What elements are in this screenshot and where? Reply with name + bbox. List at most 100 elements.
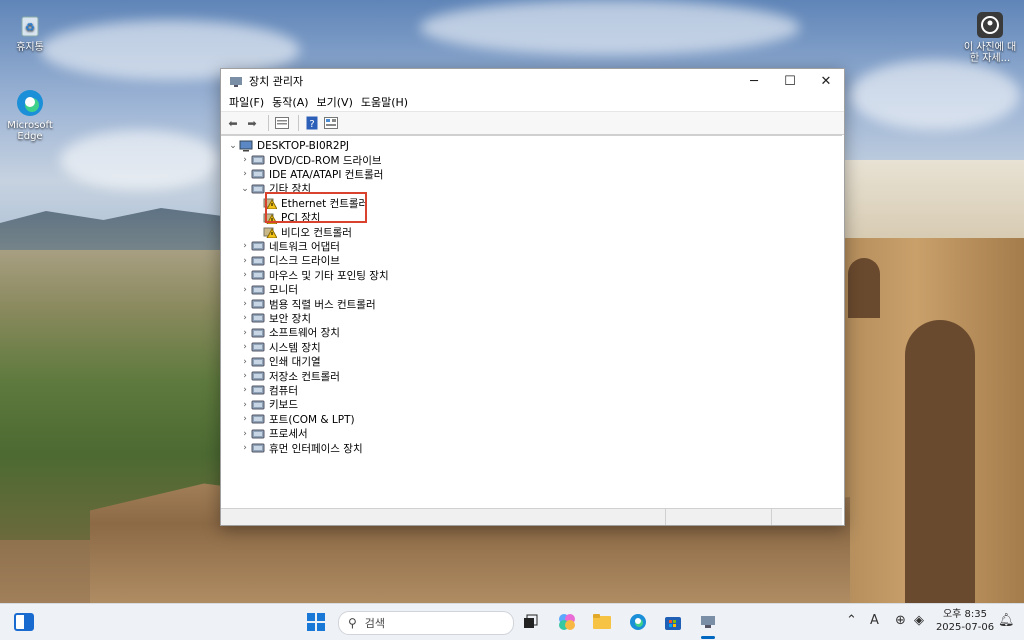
help-button[interactable]: ? xyxy=(304,115,320,131)
input-method-icon[interactable]: A xyxy=(870,613,879,628)
window-title: 장치 관리자 xyxy=(249,75,304,88)
widgets-button[interactable] xyxy=(14,612,34,632)
tree-item[interactable]: › 인쇄 대기열 xyxy=(239,355,321,369)
chevron-right-icon[interactable]: › xyxy=(239,256,251,266)
desktop-icon-photo-info[interactable]: 이 사진에 대한 자세... xyxy=(960,10,1020,64)
chevron-right-icon[interactable]: › xyxy=(239,285,251,295)
menu-view[interactable]: 보기(V) xyxy=(313,94,357,110)
menu-help[interactable]: 도움말(H) xyxy=(357,94,412,110)
tree-item[interactable]: › 포트(COM & LPT) xyxy=(239,412,354,426)
status-pane xyxy=(221,509,666,525)
chevron-right-icon[interactable]: › xyxy=(239,371,251,381)
chevron-right-icon[interactable]: › xyxy=(239,155,251,165)
cloud xyxy=(850,60,1020,130)
tree-item[interactable]: › 컴퓨터 xyxy=(239,383,298,397)
tree-item-label: 비디오 컨트롤러 xyxy=(281,226,352,239)
chevron-right-icon[interactable]: › xyxy=(239,328,251,338)
minimize-button[interactable]: ─ xyxy=(736,69,772,93)
keyboard-icon xyxy=(251,399,265,411)
tree-item[interactable]: › 디스크 드라이브 xyxy=(239,254,340,268)
chevron-right-icon[interactable]: › xyxy=(239,241,251,251)
edge-taskbar-button[interactable] xyxy=(628,612,648,632)
tree-item[interactable]: › 프로세서 xyxy=(239,427,307,441)
cloud xyxy=(60,130,220,190)
tree-item[interactable]: › 휴먼 인터페이스 장치 xyxy=(239,441,362,455)
security-device-icon xyxy=(251,312,265,324)
usb-icon xyxy=(251,298,265,310)
desktop-icon-edge[interactable]: Microsoft Edge xyxy=(0,88,60,142)
computer-icon xyxy=(239,140,253,152)
maximize-button[interactable]: ☐ xyxy=(772,69,808,93)
chevron-right-icon[interactable]: › xyxy=(239,299,251,309)
tree-item-label: 모니터 xyxy=(269,284,298,297)
start-button[interactable] xyxy=(306,612,326,632)
tree-item[interactable]: › 소프트웨어 장치 xyxy=(239,326,340,340)
device-view-button[interactable] xyxy=(323,115,339,131)
tree-item[interactable]: › 저장소 컨트롤러 xyxy=(239,369,340,383)
tree-item-label: 컴퓨터 xyxy=(269,384,298,397)
computer-icon xyxy=(251,384,265,396)
chevron-down-icon[interactable]: ⌄ xyxy=(227,141,239,151)
search-icon: ⚲ xyxy=(348,616,357,630)
chevron-up-icon[interactable]: ⌃ xyxy=(846,613,857,628)
chevron-right-icon[interactable]: › xyxy=(239,400,251,410)
tree-item[interactable]: › 네트워크 어댑터 xyxy=(239,239,340,253)
chevron-right-icon[interactable]: › xyxy=(239,169,251,179)
chevron-right-icon[interactable]: › xyxy=(239,414,251,424)
close-icon: ✕ xyxy=(820,73,832,89)
chevron-right-icon[interactable]: › xyxy=(239,357,251,367)
tree-item-label: 인쇄 대기열 xyxy=(269,356,321,369)
tree-item[interactable]: › 시스템 장치 xyxy=(239,340,321,354)
chevron-right-icon[interactable]: › xyxy=(239,342,251,352)
tree-item[interactable]: 비디오 컨트롤러 xyxy=(263,225,352,239)
tree-item-label: IDE ATA/ATAPI 컨트롤러 xyxy=(269,168,384,181)
tree-item[interactable]: › 보안 장치 xyxy=(239,311,311,325)
chevron-down-icon[interactable]: ⌄ xyxy=(239,184,251,194)
windows-logo-icon xyxy=(307,613,325,631)
clock[interactable]: 오후 8:35 2025-07-06 xyxy=(935,608,995,634)
file-explorer-button[interactable] xyxy=(592,612,612,632)
cloud xyxy=(420,0,800,55)
menu-action[interactable]: 동작(A) xyxy=(268,94,312,110)
store-button[interactable] xyxy=(663,612,683,632)
chevron-right-icon[interactable]: › xyxy=(239,385,251,395)
desktop-icon-label: 휴지통 xyxy=(16,42,44,53)
chevron-right-icon[interactable]: › xyxy=(239,270,251,280)
title-bar[interactable]: 장치 관리자 ─ ☐ ✕ xyxy=(221,69,844,93)
edge-icon xyxy=(630,614,646,630)
tree-item-label: 소프트웨어 장치 xyxy=(269,327,340,340)
network-icon[interactable]: ⊕ xyxy=(895,613,906,628)
chevron-right-icon[interactable]: › xyxy=(239,313,251,323)
tree-item-label: 시스템 장치 xyxy=(269,341,321,354)
minimize-icon: ─ xyxy=(750,73,758,89)
desktop-icon-recycle-bin[interactable]: ♻ 휴지통 xyxy=(0,10,60,53)
tree-item[interactable]: › 마우스 및 기타 포인팅 장치 xyxy=(239,268,388,282)
tree-item-label: 키보드 xyxy=(269,399,298,412)
print-queue-icon xyxy=(251,356,265,368)
tree-item[interactable]: › 키보드 xyxy=(239,398,298,412)
forward-button[interactable]: ➡ xyxy=(244,115,260,131)
copilot-button[interactable] xyxy=(557,612,577,632)
chevron-right-icon[interactable]: › xyxy=(239,429,251,439)
notification-bell-icon[interactable]: 🔔︎ xyxy=(998,613,1015,628)
menu-bar: 파일(F) 동작(A) 보기(V) 도움말(H) xyxy=(221,93,844,111)
tree-item[interactable]: › IDE ATA/ATAPI 컨트롤러 xyxy=(239,167,383,181)
hid-icon xyxy=(251,442,265,454)
tree-root[interactable]: ⌄ DESKTOP-BI0R2PJ xyxy=(227,139,349,153)
tree-item-label: 보안 장치 xyxy=(269,312,311,325)
tree-item[interactable]: › 모니터 xyxy=(239,283,298,297)
svg-text:?: ? xyxy=(309,119,314,130)
port-icon xyxy=(251,413,265,425)
info-photo-icon xyxy=(975,10,1005,40)
device-manager-taskbar-button[interactable] xyxy=(698,612,718,632)
task-view-button[interactable] xyxy=(520,612,540,632)
chevron-right-icon[interactable]: › xyxy=(239,443,251,453)
volume-icon[interactable]: ◈ xyxy=(914,613,924,628)
tree-item[interactable]: › DVD/CD-ROM 드라이브 xyxy=(239,153,381,167)
taskbar-search[interactable]: ⚲ 검색 xyxy=(338,611,514,635)
tree-item[interactable]: › 범용 직렬 버스 컨트롤러 xyxy=(239,297,375,311)
close-button[interactable]: ✕ xyxy=(808,69,844,93)
back-button[interactable]: ⬅ xyxy=(225,115,241,131)
properties-button[interactable] xyxy=(274,115,290,131)
menu-file[interactable]: 파일(F) xyxy=(225,94,268,110)
